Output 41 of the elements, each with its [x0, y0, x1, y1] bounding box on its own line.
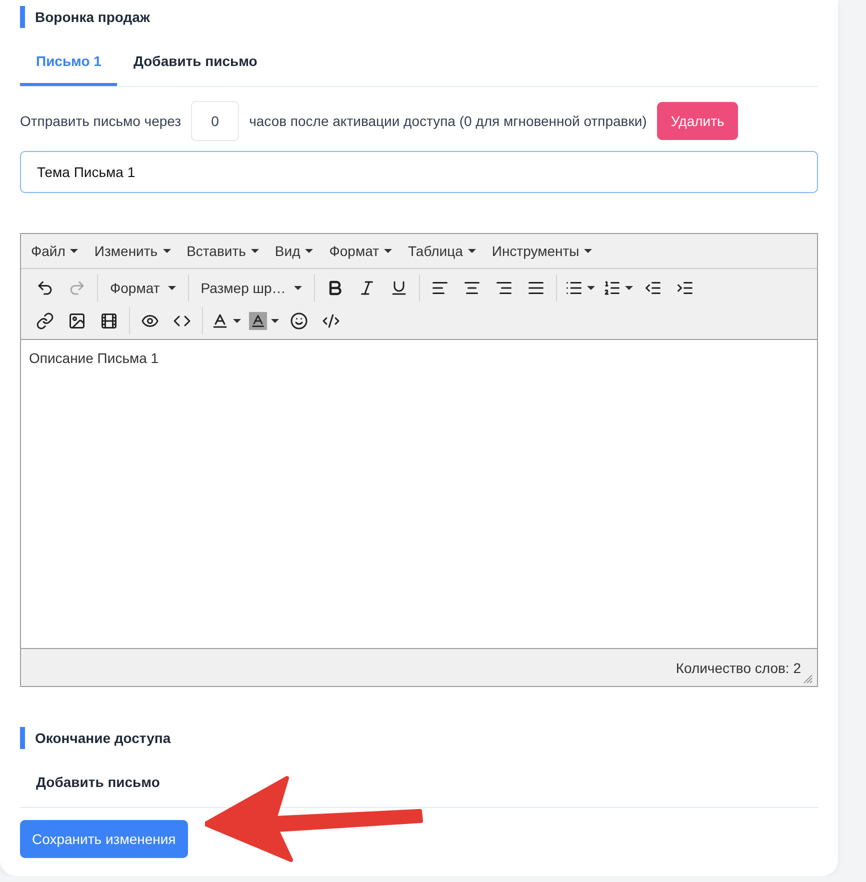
tab[interactable]: Добавить письмо: [20, 761, 176, 807]
font-size-dropdown[interactable]: Размер шр…: [192, 274, 310, 302]
caret-icon: [584, 249, 592, 253]
resize-handle-icon[interactable]: [803, 674, 813, 684]
section-marker: [20, 6, 25, 28]
caret-icon: [468, 249, 476, 253]
save-button[interactable]: Сохранить изменения: [20, 820, 188, 858]
caret-icon: [271, 318, 279, 322]
tab[interactable]: Письмо 1: [20, 40, 118, 86]
subject-input[interactable]: Тема Письма 1: [20, 151, 818, 193]
section-marker: [20, 727, 25, 749]
delete-button[interactable]: Удалить: [656, 102, 738, 140]
menu-item[interactable]: Вид: [268, 243, 320, 259]
numbered-list-icon: [602, 278, 621, 296]
menu-item[interactable]: Изменить: [88, 243, 177, 259]
menu-item[interactable]: Таблица: [402, 243, 482, 259]
caret-icon: [294, 286, 302, 290]
delay-label: Отправить письмо через: [20, 113, 182, 129]
menu-item[interactable]: Формат: [323, 243, 398, 259]
hours-input[interactable]: 0: [191, 101, 240, 141]
highlight-color-icon: [249, 312, 267, 330]
section-title: Воронка продаж: [35, 9, 150, 25]
delay-hint: часов после активации доступа (0 для мгновенной отправки): [249, 113, 647, 129]
caret-icon: [586, 286, 595, 290]
menu-item[interactable]: Инструменты: [486, 243, 598, 259]
menu-item[interactable]: Файл: [25, 243, 84, 259]
editor-content[interactable]: Описание Письма 1: [21, 340, 817, 648]
caret-icon: [70, 249, 78, 253]
caret-icon: [624, 286, 633, 290]
caret-icon: [250, 249, 259, 253]
caret-icon: [168, 286, 176, 290]
caret-icon: [305, 249, 314, 253]
caret-icon: [162, 249, 171, 253]
caret-icon: [384, 249, 392, 253]
caret-icon: [233, 318, 241, 322]
tab[interactable]: Добавить письмо: [117, 40, 274, 86]
menu-item[interactable]: Вставить: [180, 243, 265, 259]
word-count: Количество слов: 2: [676, 660, 801, 676]
text-color-icon: [211, 312, 229, 330]
format-dropdown[interactable]: Формат: [102, 274, 184, 302]
section-title: Окончание доступа: [35, 730, 171, 746]
